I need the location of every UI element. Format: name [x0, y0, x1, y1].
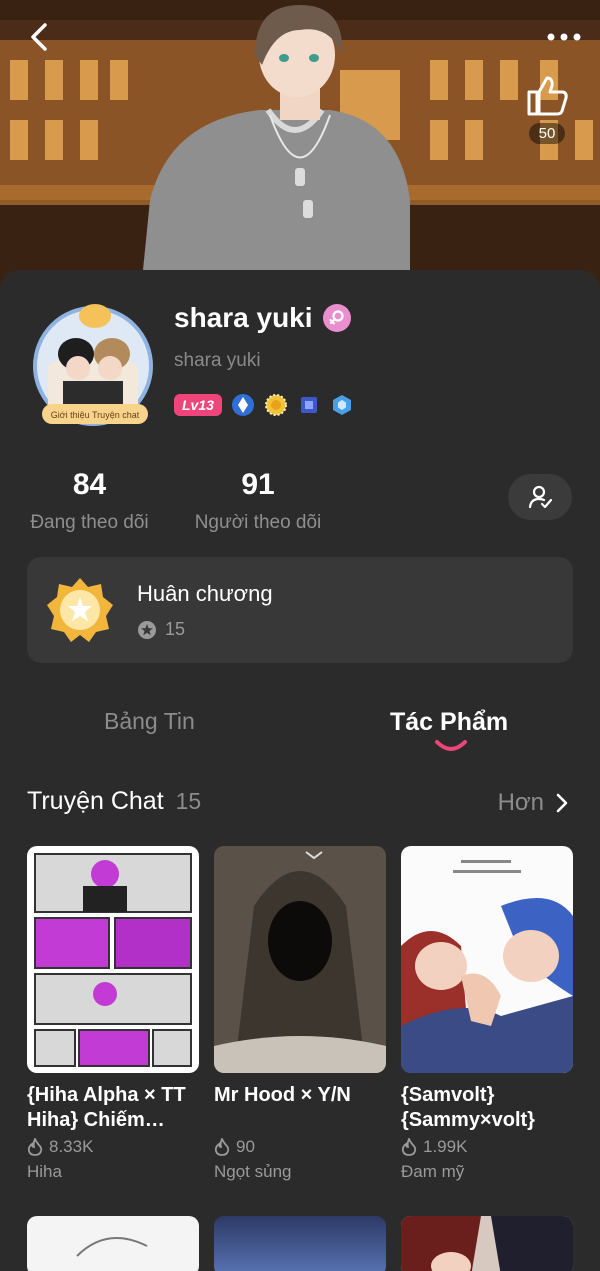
medal-card[interactable]: Huân chương 15 — [27, 557, 573, 663]
story-cover-image-3 — [401, 846, 573, 1073]
profile-handle: shara yuki — [174, 350, 261, 371]
medal-count-row: 15 — [137, 619, 185, 640]
following-stat[interactable]: 84 Đang theo dõi — [27, 468, 152, 534]
following-count: 84 — [72, 468, 107, 501]
story-card[interactable]: {Hiha Alpha × TT Hiha} Chiếm… 8.33K Hiha — [27, 846, 199, 1182]
hexagon-badge-icon[interactable] — [330, 393, 354, 417]
avatar-caption: Giới thiệu Truyện chat — [51, 410, 140, 420]
section-count: 15 — [175, 788, 202, 814]
story-cover-image-2 — [214, 846, 386, 1073]
story-view-count: 90 — [236, 1137, 255, 1156]
story-title: {Samvolt} {Sammy×volt} S… — [401, 1084, 535, 1131]
more-options-button[interactable] — [542, 20, 586, 54]
follow-status-button[interactable] — [508, 474, 572, 520]
flame-icon — [27, 1138, 43, 1156]
story-cover — [27, 846, 199, 1073]
badge-row: Lv13 — [174, 393, 354, 417]
story-author: Hiha — [27, 1162, 62, 1181]
banner-image — [0, 0, 600, 300]
story-author: Đam mỹ — [401, 1162, 465, 1181]
chevron-right-icon — [556, 793, 568, 813]
flame-icon — [401, 1138, 417, 1156]
story-author: Ngọt sủng — [214, 1162, 292, 1181]
story-title: Mr Hood × Y/N — [214, 1084, 351, 1106]
story-card[interactable]: Mr Hood × Y/N 90 Ngọt sủng — [214, 846, 386, 1182]
like-count: 50 — [528, 123, 566, 144]
star-circle-icon — [138, 620, 156, 639]
user-check-icon — [528, 485, 553, 509]
section-title: Truyện Chat — [27, 787, 164, 815]
diamond-badge-icon[interactable] — [231, 393, 255, 417]
story-card[interactable]: {Samvolt} {Sammy×volt} S… 1.99K Đam mỹ — [401, 846, 573, 1182]
story-views: 1.99K — [401, 1137, 573, 1157]
profile-name: shara yuki — [174, 302, 313, 333]
tab-news-feed[interactable]: Bảng Tin — [104, 708, 195, 735]
story-cover-image-1 — [27, 846, 199, 1073]
female-gender-icon — [322, 304, 351, 332]
tab-works[interactable]: Tác Phẩm — [390, 708, 508, 737]
followers-stat[interactable]: 91 Người theo dõi — [190, 468, 326, 534]
book-badge-icon[interactable] — [297, 393, 321, 417]
flame-icon — [214, 1138, 230, 1156]
story-cover — [214, 846, 386, 1073]
section-header: Truyện Chat 15 — [27, 787, 201, 816]
story-cover-partial[interactable] — [401, 1216, 573, 1271]
medal-count: 15 — [165, 619, 186, 639]
story-views: 8.33K — [27, 1137, 199, 1157]
profile-banner: 50 — [0, 0, 600, 300]
avatar[interactable]: Giới thiệu Truyện chat — [28, 296, 162, 436]
back-button[interactable] — [22, 20, 56, 54]
active-tab-indicator — [435, 740, 467, 751]
see-more-link[interactable]: Hơn — [498, 789, 568, 817]
story-cover — [401, 846, 573, 1073]
profile-name-row: shara yuki — [174, 302, 351, 334]
story-title: {Hiha Alpha × TT Hiha} Chiếm… — [27, 1084, 186, 1131]
story-views: 90 — [214, 1137, 386, 1157]
story-view-count: 8.33K — [49, 1137, 94, 1156]
followers-label: Người theo dõi — [194, 512, 322, 533]
more-dots-icon — [547, 33, 581, 41]
medal-icon — [47, 578, 113, 642]
thumbs-up-icon — [527, 76, 568, 116]
avatar-image: Giới thiệu Truyện chat — [33, 304, 153, 426]
story-view-count: 1.99K — [423, 1137, 468, 1156]
story-cover-partial[interactable] — [27, 1216, 199, 1271]
story-cover-partial[interactable] — [214, 1216, 386, 1271]
followers-count: 91 — [241, 468, 275, 501]
like-button[interactable]: 50 — [524, 74, 570, 144]
see-more-label: Hơn — [497, 789, 544, 816]
sun-badge-icon[interactable] — [264, 393, 288, 417]
level-badge[interactable]: Lv13 — [174, 394, 222, 416]
following-label: Đang theo dõi — [30, 512, 149, 533]
medal-title: Huân chương — [137, 581, 273, 606]
chevron-left-icon — [31, 23, 47, 51]
